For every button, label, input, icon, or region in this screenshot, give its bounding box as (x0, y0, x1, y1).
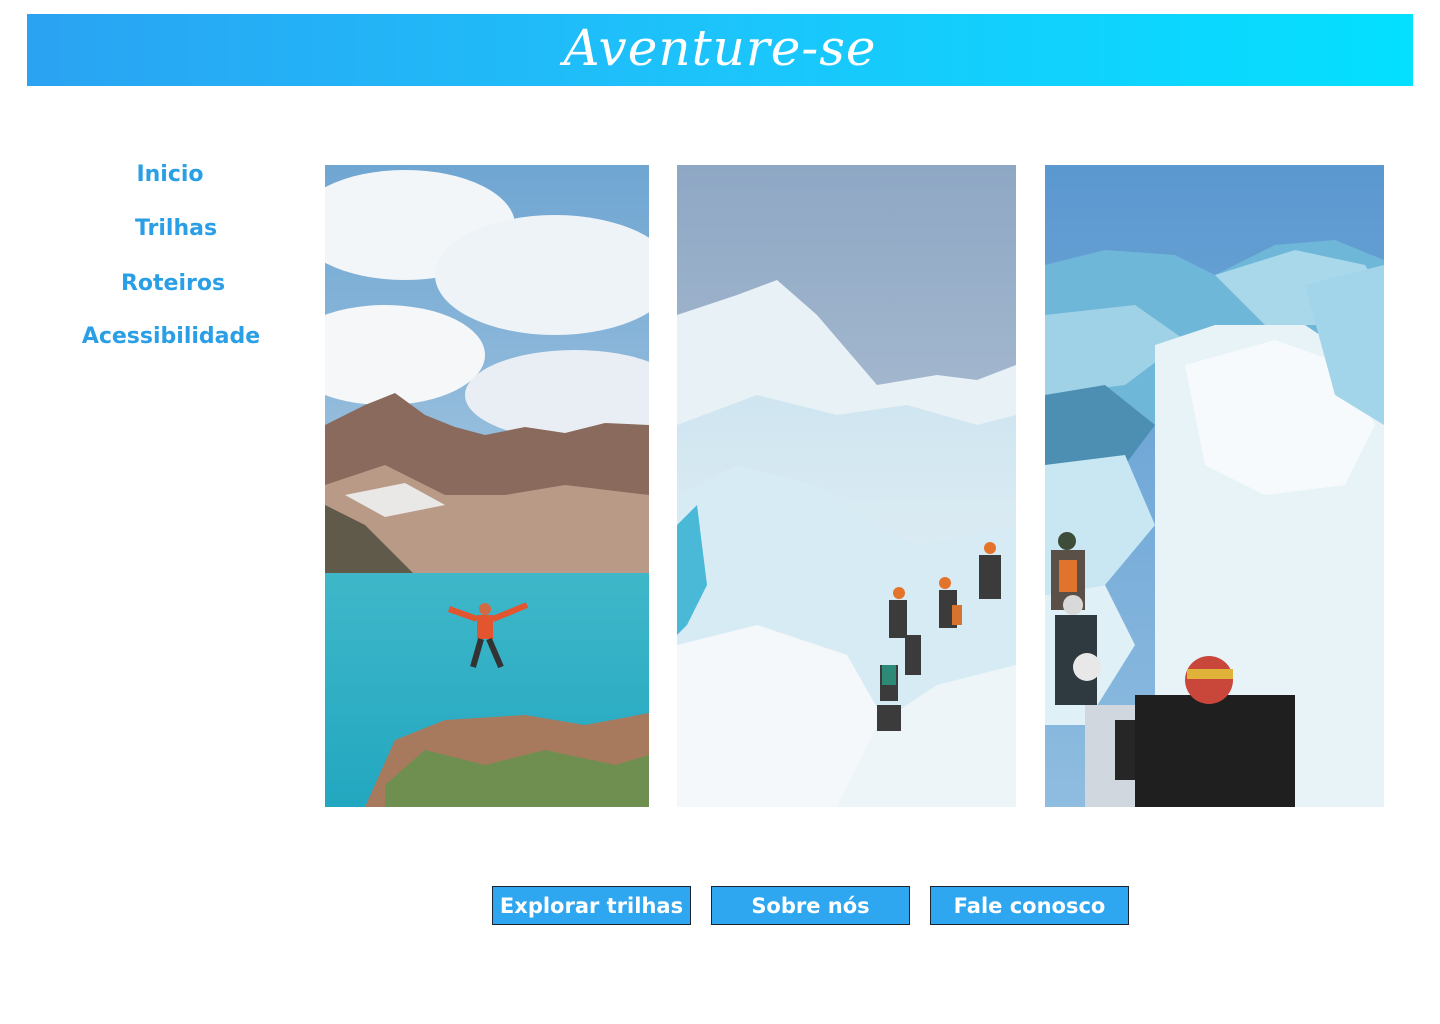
nav-item-acessibilidade[interactable]: Acessibilidade (71, 324, 271, 349)
lake-jump-image (325, 165, 649, 807)
gallery-photo-glacier-hikers (677, 165, 1016, 807)
nav-item-trilhas[interactable]: Trilhas (76, 216, 276, 241)
site-header: Aventure-se (27, 14, 1413, 86)
ice-formations-image (1045, 165, 1384, 807)
gallery-photo-ice-formations (1045, 165, 1384, 807)
site-logo-text[interactable]: Aventure-se (563, 23, 876, 73)
nav-item-roteiros[interactable]: Roteiros (73, 271, 273, 296)
nav-item-inicio[interactable]: Inicio (70, 162, 270, 187)
gallery-photo-lake-jump (325, 165, 649, 807)
explore-trails-button[interactable]: Explorar trilhas (492, 886, 691, 925)
about-us-button[interactable]: Sobre nós (711, 886, 910, 925)
glacier-hikers-image (677, 165, 1016, 807)
contact-us-button[interactable]: Fale conosco (930, 886, 1129, 925)
